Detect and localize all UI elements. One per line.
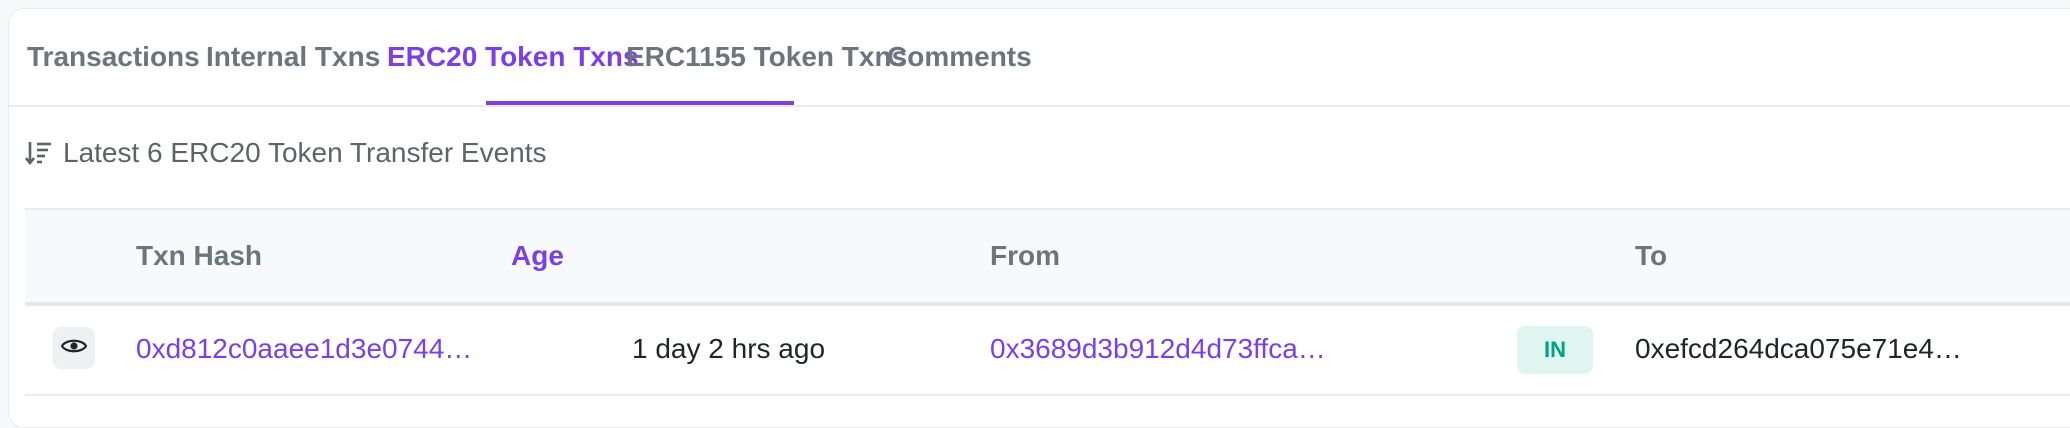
age-value: 1 day 2 hrs ago bbox=[632, 333, 826, 364]
column-header-from: From bbox=[990, 240, 1060, 271]
to-address: 0xefcd264dca075e71e4… bbox=[1635, 333, 1962, 364]
tab-internal-txns[interactable]: Internal Txns bbox=[206, 9, 380, 105]
transfer-summary: Latest 6 ERC20 Token Transfer Events bbox=[25, 131, 547, 175]
txn-hash-link[interactable]: 0xd812c0aaee1d3e0744… bbox=[136, 304, 472, 394]
from-address-link[interactable]: 0x3689d3b912d4d73ffca… bbox=[990, 304, 1326, 394]
column-header-to: To bbox=[1635, 240, 1668, 271]
view-details-button[interactable] bbox=[53, 327, 95, 369]
tab-erc20-token-txns[interactable]: ERC20 Token Txns bbox=[387, 9, 639, 105]
column-header-txn-hash: Txn Hash bbox=[136, 240, 263, 271]
tab-bar: Transactions Internal Txns ERC20 Token T… bbox=[9, 9, 2070, 107]
eye-icon bbox=[60, 337, 88, 360]
sort-descending-icon bbox=[25, 139, 53, 167]
table-row: 0xd812c0aaee1d3e0744… 1 day 2 hrs ago 0x… bbox=[25, 304, 2070, 396]
tab-erc1155-token-txns[interactable]: ERC1155 Token Txns bbox=[626, 9, 907, 105]
table-header: Txn Hash Age From To bbox=[25, 208, 2070, 306]
tab-comments[interactable]: Comments bbox=[887, 9, 1032, 105]
tab-transactions[interactable]: Transactions bbox=[27, 9, 200, 105]
active-tab-indicator bbox=[486, 101, 794, 105]
column-header-age[interactable]: Age bbox=[511, 210, 564, 302]
direction-badge: IN bbox=[1517, 326, 1593, 374]
summary-text: Latest 6 ERC20 Token Transfer Events bbox=[63, 137, 547, 168]
